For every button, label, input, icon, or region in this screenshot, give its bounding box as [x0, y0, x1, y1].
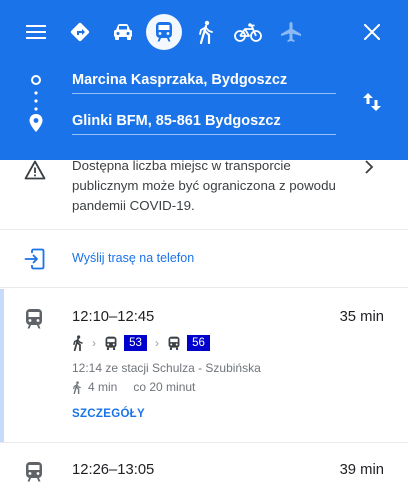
walk-time: 4 min [88, 380, 118, 394]
directions-header: Marcina Kasprzaka, Bydgoszcz Glinki BFM,… [0, 0, 408, 160]
notice-text: Dostępna liczba miejsc w transporcie pub… [72, 158, 336, 213]
bus-step-icon [105, 336, 117, 350]
covid-notice[interactable]: Dostępna liczba miejsc w transporcie pub… [0, 158, 408, 230]
route-inputs: Marcina Kasprzaka, Bydgoszcz Glinki BFM,… [0, 64, 408, 160]
mode-driving-button[interactable] [105, 14, 141, 50]
line-badge: 53 [124, 335, 147, 351]
route-option-2[interactable]: 12:26–13:05 39 min [0, 443, 408, 486]
close-button[interactable] [354, 14, 390, 50]
send-to-phone-link[interactable]: Wyślij trasę na telefon [72, 251, 194, 265]
diamond-turn-icon [70, 22, 90, 42]
route-time-range: 12:26–13:05 [72, 462, 155, 478]
destination-pin-icon [29, 114, 43, 132]
bus-step-icon [168, 336, 180, 350]
walk-icon [199, 20, 213, 44]
step-chevron-icon: › [155, 336, 159, 350]
send-to-phone-icon [24, 248, 45, 270]
route-meta: 4 min co 20 minut [72, 380, 195, 394]
origin-circle-icon [31, 75, 41, 85]
destination-field[interactable]: Glinki BFM, 85-861 Bydgoszcz [72, 107, 336, 135]
origin-field[interactable]: Marcina Kasprzaka, Bydgoszcz [72, 66, 336, 94]
selected-route-indicator [0, 289, 4, 442]
menu-button[interactable] [18, 14, 54, 50]
route-time-range: 12:10–12:45 [72, 309, 155, 325]
step-chevron-icon: › [92, 336, 96, 350]
transit-icon [26, 309, 42, 329]
mode-transit-button[interactable] [146, 14, 182, 50]
close-icon [364, 24, 380, 40]
mode-cycling-button[interactable] [230, 14, 266, 50]
plane-icon [281, 22, 301, 42]
transit-icon [26, 462, 42, 482]
car-icon [114, 24, 132, 40]
walk-step-icon [73, 335, 83, 351]
route-dots-icon [34, 91, 38, 111]
route-duration: 35 min [339, 309, 384, 325]
swap-button[interactable] [356, 86, 388, 118]
route-steps: › 53 › 56 [72, 334, 210, 352]
route-duration: 39 min [339, 462, 384, 478]
mode-flights-button[interactable] [273, 14, 309, 50]
travel-mode-bar [0, 0, 408, 64]
walk-small-icon [73, 380, 81, 394]
departure-info: 12:14 ze stacji Schulza - Szubińska [72, 361, 261, 375]
send-to-phone-row[interactable]: Wyślij trasę na telefon [0, 230, 408, 288]
warning-icon [24, 160, 46, 180]
frequency: co 20 minut [133, 380, 196, 394]
chevron-right-icon [365, 160, 374, 174]
line-badge: 56 [187, 335, 210, 351]
menu-icon [26, 25, 46, 39]
train-icon [156, 22, 172, 42]
mode-walking-button[interactable] [188, 14, 224, 50]
bike-icon [234, 23, 262, 42]
swap-vertical-icon [363, 93, 381, 111]
route-option-1[interactable]: 12:10–12:45 35 min › 53 › 56 12:14 ze st… [0, 289, 408, 442]
mode-best-route-button[interactable] [62, 14, 98, 50]
details-link[interactable]: SZCZEGÓŁY [72, 408, 145, 420]
